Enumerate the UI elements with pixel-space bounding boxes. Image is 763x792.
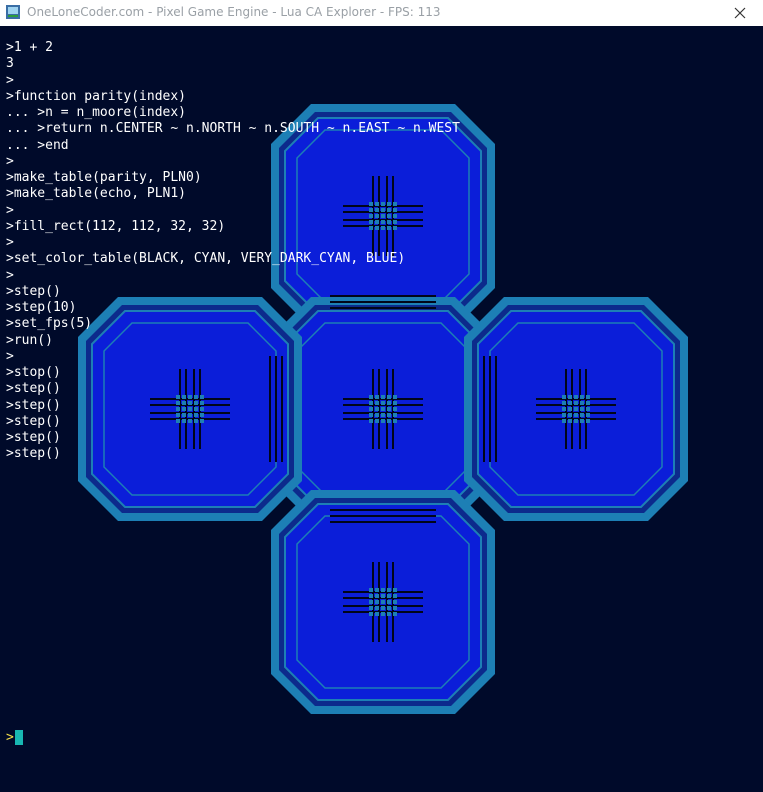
text-cursor	[14, 729, 23, 745]
pattern-cell	[369, 594, 373, 598]
pattern-cell	[387, 612, 391, 616]
console-output: >1 + 2 3 > >function parity(index)... >n = …	[6, 40, 460, 463]
pattern-cell	[393, 606, 397, 610]
pattern-cell	[375, 606, 379, 610]
close-icon	[734, 7, 746, 19]
pattern-cell	[393, 594, 397, 598]
console-line: >make_table(parity, PLN0)	[6, 170, 202, 185]
pattern-cell	[574, 407, 578, 411]
window-title: OneLoneCoder.com - Pixel Game Engine - L…	[27, 5, 441, 19]
console-line: >step(10)	[6, 300, 77, 315]
pattern-cell	[586, 419, 590, 423]
console-line: ... >n = n_moore(index)	[6, 105, 187, 120]
pattern-cell	[568, 407, 572, 411]
pattern-cell	[393, 612, 397, 616]
close-button[interactable]	[717, 0, 763, 26]
console-line: >step()	[6, 397, 61, 413]
pattern-cell	[381, 606, 385, 610]
pattern-cell	[586, 407, 590, 411]
pattern-cell	[580, 413, 584, 417]
console-line: ... >end	[6, 137, 69, 153]
pattern-cell	[580, 419, 584, 423]
pattern-cell	[574, 419, 578, 423]
pattern-cell	[369, 600, 373, 604]
pattern-cell	[387, 588, 391, 592]
console-line: >step()	[6, 446, 61, 462]
pattern-cell	[369, 606, 373, 610]
console-line: 3	[6, 56, 14, 72]
pattern-cell	[369, 612, 373, 616]
pattern-cell	[387, 606, 391, 610]
pattern-cell	[586, 395, 590, 399]
title-bar: OneLoneCoder.com - Pixel Game Engine - L…	[0, 0, 763, 26]
pattern-cell	[562, 413, 566, 417]
pattern-cell	[562, 395, 566, 399]
console-line: >make_table(echo, PLN1)	[6, 186, 187, 202]
console-line: >function parity(index)	[6, 88, 187, 104]
console-input-line[interactable]: >	[6, 729, 23, 745]
pattern-cell	[375, 588, 379, 592]
console-line: >step()	[6, 381, 61, 397]
pattern-cell	[375, 612, 379, 616]
console-line: >set_fps(5)	[6, 316, 93, 332]
render-canvas[interactable]: >1 + 2 3 > >function parity(index)... >n = …	[0, 26, 763, 792]
pattern-cell	[574, 401, 578, 405]
pattern-cell	[375, 600, 379, 604]
console-line: >	[6, 153, 14, 169]
pattern-cell	[562, 407, 566, 411]
pattern-cell	[369, 588, 373, 592]
pattern-cell	[586, 413, 590, 417]
pattern-cell	[586, 401, 590, 405]
console-line: >	[6, 267, 14, 283]
pattern-cell	[568, 401, 572, 405]
console-line: ... >return n.CENTER ~ n.NORTH ~ n.SOUTH…	[6, 121, 460, 137]
pattern-cell	[381, 594, 385, 598]
console-line: >	[6, 202, 14, 218]
pattern-cell	[387, 600, 391, 604]
console-line: >1 + 2	[6, 40, 53, 55]
console-line: >step()	[6, 283, 61, 299]
pattern-cell	[381, 600, 385, 604]
pattern-cell	[568, 395, 572, 399]
console-line: >set_color_table(BLACK, CYAN, VERY_DARK_…	[6, 251, 406, 267]
pattern-cell	[580, 407, 584, 411]
pattern-cell	[580, 395, 584, 399]
pattern-cell	[568, 419, 572, 423]
console-line: >step()	[6, 430, 61, 445]
pattern-cell	[387, 594, 391, 598]
pattern-cell	[580, 401, 584, 405]
pattern-cell	[568, 413, 572, 417]
console-line: >step()	[6, 413, 61, 429]
pattern-cell	[574, 413, 578, 417]
app-icon	[6, 5, 20, 19]
console-line: >	[6, 235, 14, 250]
pattern-cell	[381, 588, 385, 592]
console-line: >stop()	[6, 365, 61, 380]
console-line: >	[6, 348, 14, 364]
console-line: >run()	[6, 332, 53, 348]
pattern-cell	[562, 419, 566, 423]
console-line: >fill_rect(112, 112, 32, 32)	[6, 218, 226, 234]
console-line: >	[6, 72, 14, 88]
console-prompt: >	[6, 729, 14, 745]
pattern-cell	[562, 401, 566, 405]
pattern-cell	[375, 594, 379, 598]
pattern-cell	[393, 600, 397, 604]
pattern-cell	[574, 395, 578, 399]
pattern-cell	[381, 612, 385, 616]
pattern-cell	[393, 588, 397, 592]
